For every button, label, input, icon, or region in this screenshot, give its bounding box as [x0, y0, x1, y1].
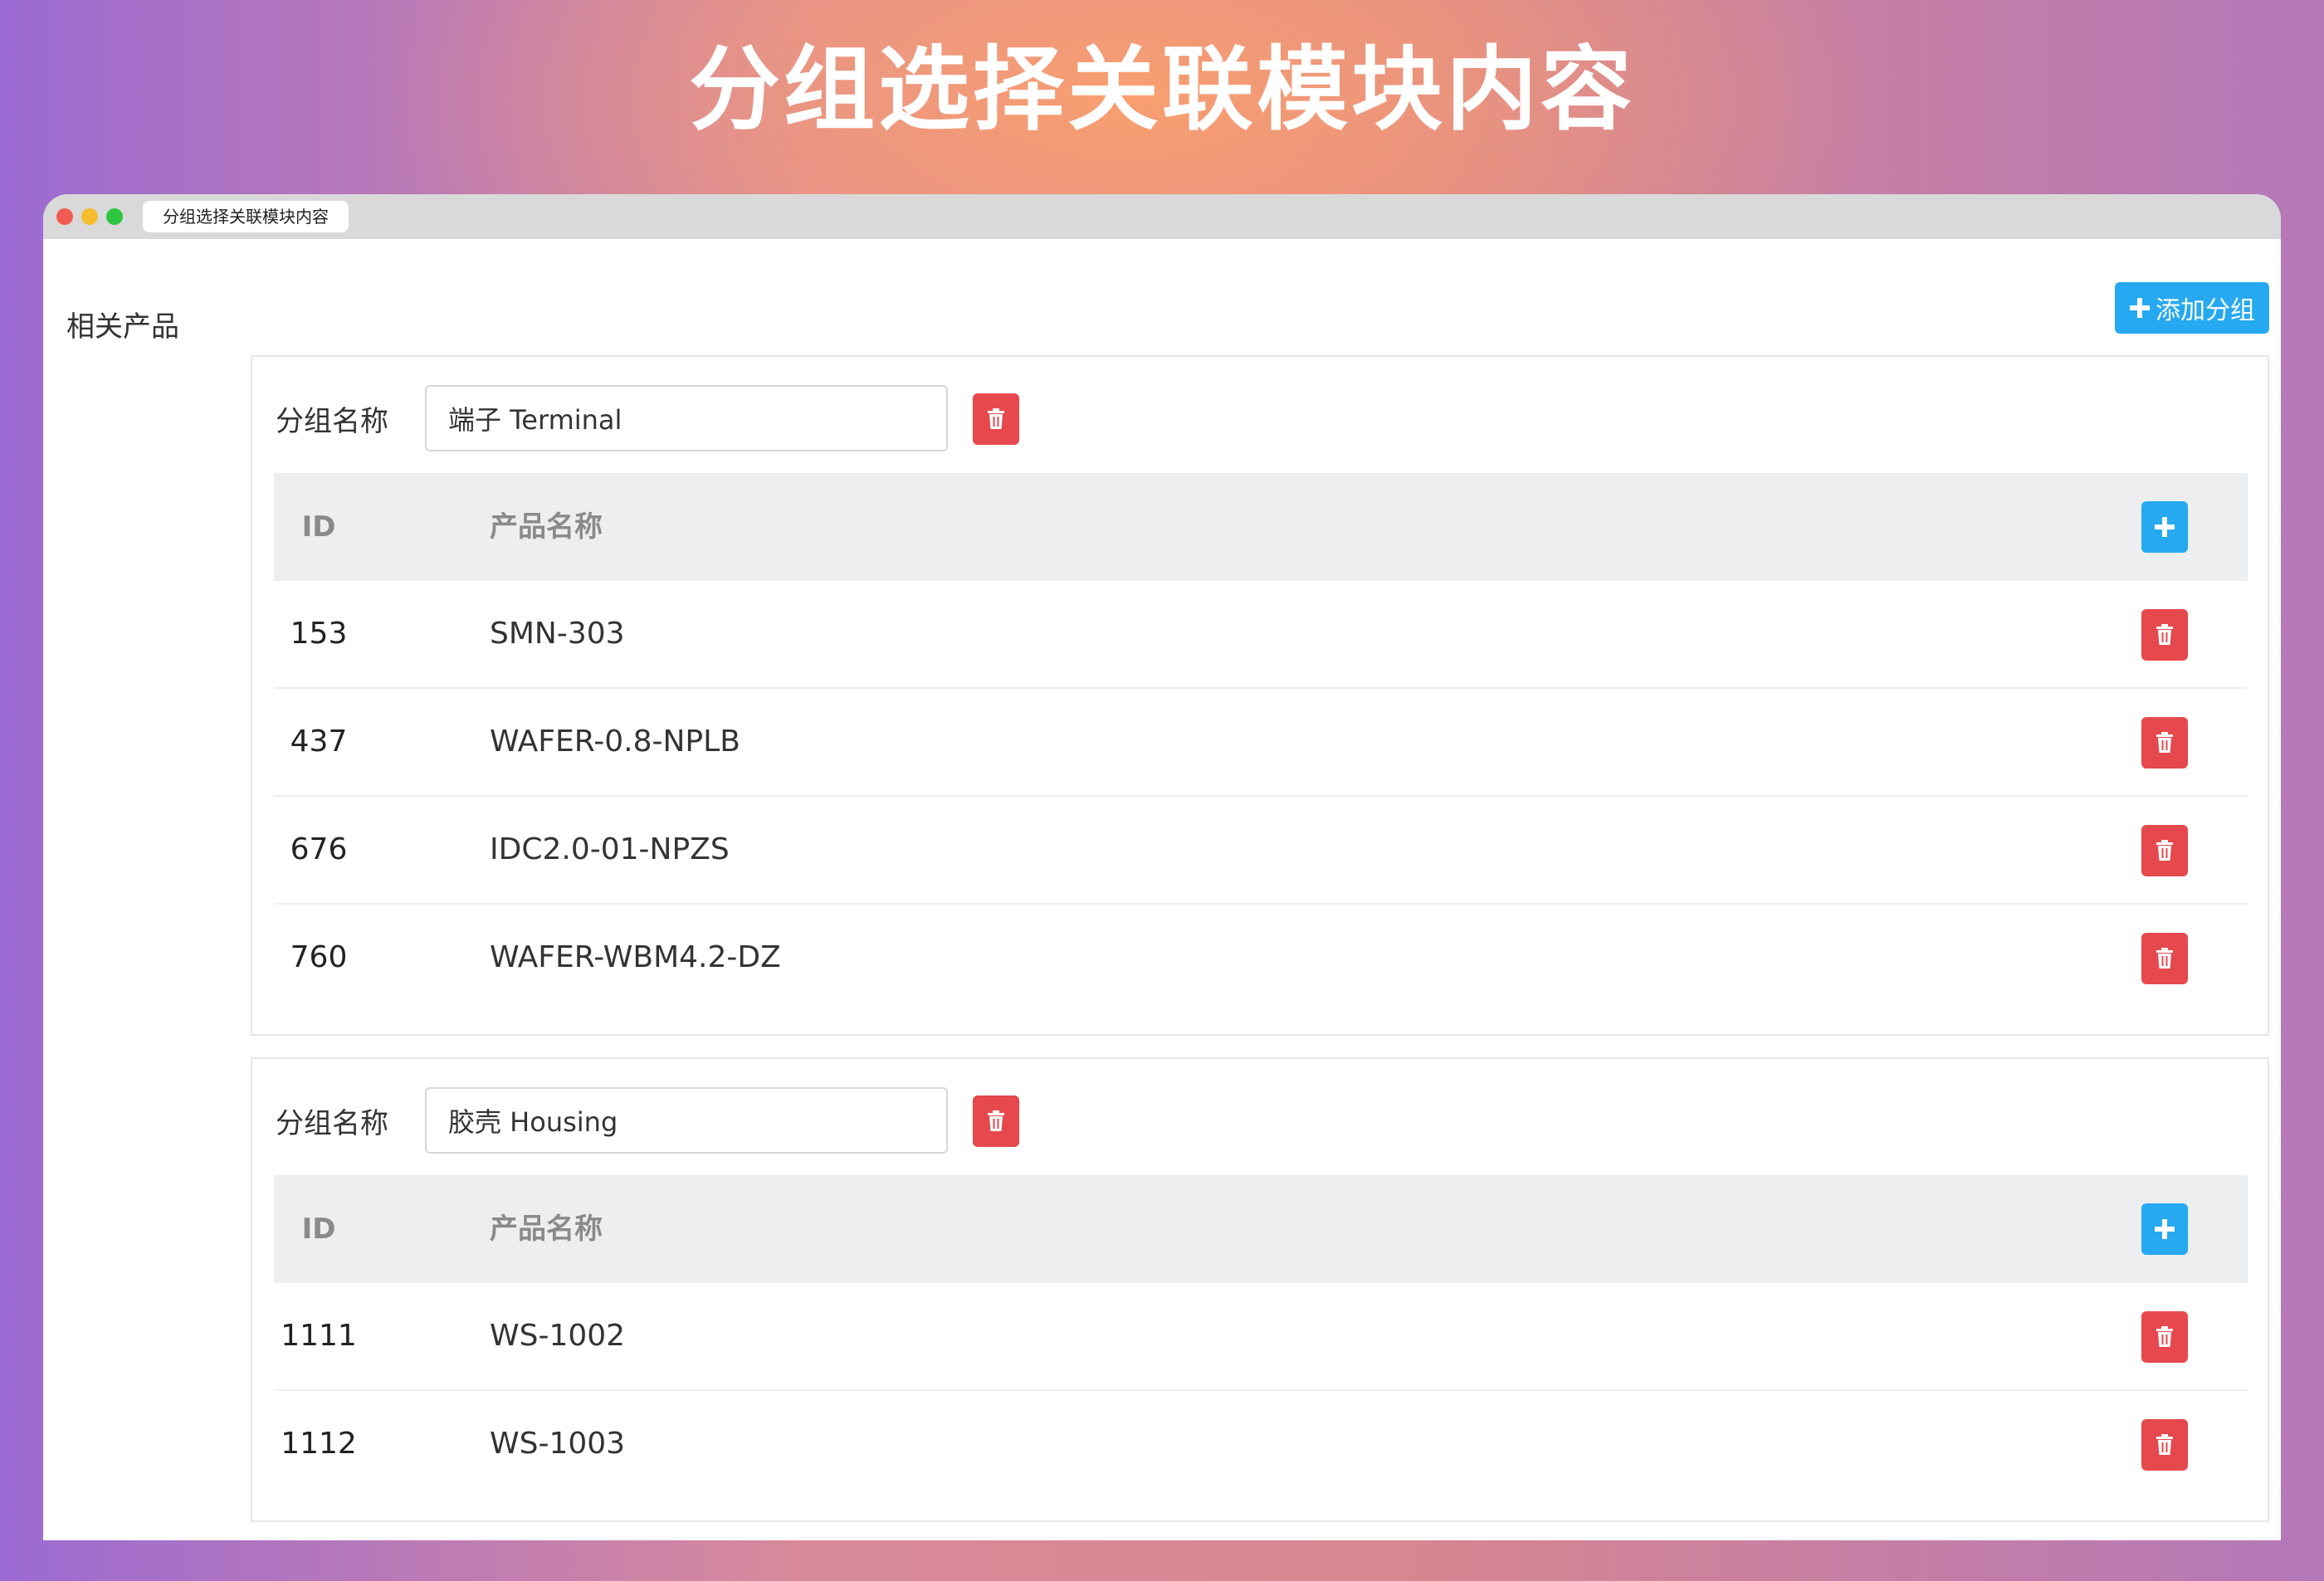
add-group-label: 添加分组	[2156, 296, 2255, 325]
trash-icon	[986, 407, 1006, 431]
product-group: 分组名称 ID 产品名称 1111 WS-1002 1112 WS	[251, 1057, 2269, 1522]
product-id: 1111	[281, 1319, 357, 1353]
hero-title: 分组选择关联模块内容	[689, 37, 1635, 143]
column-header-name: 产品名称	[490, 510, 603, 544]
browser-tab[interactable]: 分组选择关联模块内容	[143, 201, 349, 232]
plus-icon	[2154, 1218, 2175, 1240]
trash-icon	[986, 1110, 1006, 1133]
trash-icon	[2155, 623, 2175, 647]
plus-icon	[2154, 516, 2175, 538]
delete-group-button[interactable]	[973, 393, 1019, 445]
trash-icon	[2155, 1325, 2175, 1349]
product-name: WS-1002	[490, 1319, 626, 1353]
delete-product-button[interactable]	[2141, 1311, 2188, 1363]
group-name-label: 分组名称	[276, 405, 388, 438]
window-close-dot[interactable]	[56, 208, 73, 225]
browser-window: 分组选择关联模块内容 相关产品 添加分组 分组名称 ID 产品名称 153	[43, 194, 2281, 1540]
product-id: 1112	[281, 1427, 357, 1461]
table-row: 153 SMN-303	[274, 581, 2248, 689]
table-header: ID 产品名称	[274, 1175, 2248, 1283]
product-id: 437	[290, 725, 348, 759]
trash-icon	[2155, 731, 2175, 754]
table-row: 676 IDC2.0-01-NPZS	[274, 797, 2248, 905]
product-name: WS-1003	[490, 1427, 626, 1461]
plus-icon	[2129, 297, 2151, 319]
add-product-button[interactable]	[2141, 1203, 2188, 1255]
column-header-id: ID	[301, 510, 336, 544]
delete-product-button[interactable]	[2141, 1419, 2188, 1471]
window-maximize-dot[interactable]	[106, 208, 123, 225]
window-minimize-dot[interactable]	[81, 208, 98, 225]
table-header: ID 产品名称	[274, 473, 2248, 581]
column-header-name: 产品名称	[490, 1213, 603, 1246]
product-id: 760	[290, 940, 348, 974]
add-product-button[interactable]	[2141, 501, 2188, 553]
trash-icon	[2155, 839, 2175, 862]
group-name-input[interactable]	[425, 385, 948, 451]
add-group-button[interactable]: 添加分组	[2115, 282, 2269, 334]
window-titlebar: 分组选择关联模块内容	[43, 194, 2281, 239]
group-name-label: 分组名称	[276, 1107, 388, 1140]
table-row: 437 WAFER-0.8-NPLB	[274, 689, 2248, 797]
product-name: SMN-303	[490, 617, 625, 651]
column-header-id: ID	[301, 1213, 336, 1246]
product-group: 分组名称 ID 产品名称 153 SMN-303 437 WAFE	[251, 355, 2269, 1036]
delete-product-button[interactable]	[2141, 825, 2188, 876]
table-row: 1112 WS-1003	[274, 1391, 2248, 1499]
product-name: WAFER-0.8-NPLB	[490, 725, 740, 759]
product-id: 676	[290, 832, 348, 866]
product-name: WAFER-WBM4.2-DZ	[490, 940, 781, 974]
table-row: 1111 WS-1002	[274, 1283, 2248, 1391]
product-name: IDC2.0-01-NPZS	[490, 832, 730, 866]
delete-product-button[interactable]	[2141, 933, 2188, 984]
group-name-input[interactable]	[425, 1087, 948, 1154]
trash-icon	[2155, 947, 2175, 970]
trash-icon	[2155, 1433, 2175, 1457]
product-id: 153	[290, 617, 348, 651]
delete-product-button[interactable]	[2141, 717, 2188, 769]
delete-group-button[interactable]	[973, 1095, 1019, 1147]
section-label: 相关产品	[66, 310, 179, 344]
delete-product-button[interactable]	[2141, 609, 2188, 661]
table-row: 760 WAFER-WBM4.2-DZ	[274, 905, 2248, 1013]
